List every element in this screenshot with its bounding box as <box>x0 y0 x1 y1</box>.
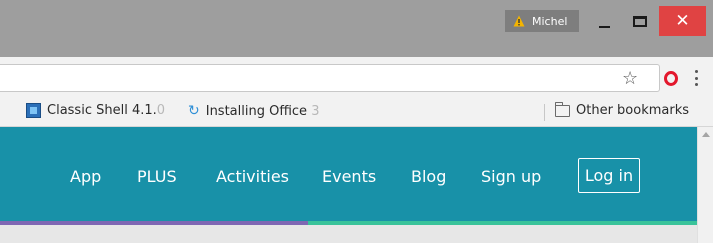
star-icon[interactable]: ☆ <box>622 67 638 91</box>
close-button[interactable]: ✕ <box>659 6 706 36</box>
login-button[interactable]: Log in <box>578 158 640 193</box>
maximize-icon <box>633 15 647 27</box>
opera-icon[interactable] <box>664 71 678 86</box>
profile-name: Michel <box>532 14 568 28</box>
profile-button[interactable]: Michel <box>505 10 579 32</box>
close-icon: ✕ <box>675 10 690 31</box>
site-header: App PLUS Activities Events Blog Sign up … <box>0 127 697 221</box>
site-nav: App PLUS Activities Events Blog Sign up … <box>0 158 697 198</box>
page-scrollbar[interactable] <box>697 127 713 243</box>
title-bar: Michel ✕ <box>0 0 713 57</box>
bookmark-label: Classic Shell 4.1.0 <box>47 103 166 118</box>
other-bookmarks-button[interactable]: Other bookmarks <box>554 101 690 118</box>
bookmark-label: Installing Office 3 <box>205 103 320 119</box>
folder-icon <box>554 101 570 117</box>
scroll-up-arrow-icon[interactable] <box>702 132 710 137</box>
nav-link-sign-up[interactable]: Sign up <box>481 167 541 186</box>
warning-icon <box>513 15 525 27</box>
nav-link-events[interactable]: Events <box>322 167 376 186</box>
nav-link-plus[interactable]: PLUS <box>137 167 177 186</box>
minimize-button[interactable] <box>587 6 621 36</box>
page-body <box>0 225 697 243</box>
more-menu-icon[interactable] <box>690 68 702 88</box>
bookmark-classic-shell[interactable]: Classic Shell 4.1.0 <box>26 103 165 118</box>
bookmarks-divider <box>544 104 545 121</box>
bookmarks-bar: Classic Shell 4.1.0 ↻ Installing Office … <box>0 98 713 127</box>
other-bookmarks-label: Other bookmarks <box>576 103 690 118</box>
minimize-icon <box>598 26 610 28</box>
browser-window: Michel ✕ ☆ Classic Shell 4.1.0 ↻ Install <box>0 0 713 243</box>
classic-shell-icon <box>26 103 41 118</box>
maximize-button[interactable] <box>623 6 657 36</box>
browser-toolbar: ☆ <box>0 57 713 98</box>
nav-link-activities[interactable]: Activities <box>216 167 289 186</box>
bookmark-installing-office[interactable]: ↻ Installing Office 3 <box>188 103 319 119</box>
address-bar[interactable]: ☆ <box>0 64 660 92</box>
nav-link-app[interactable]: App <box>70 167 101 186</box>
sync-icon: ↻ <box>188 103 200 119</box>
nav-link-blog[interactable]: Blog <box>411 167 446 186</box>
